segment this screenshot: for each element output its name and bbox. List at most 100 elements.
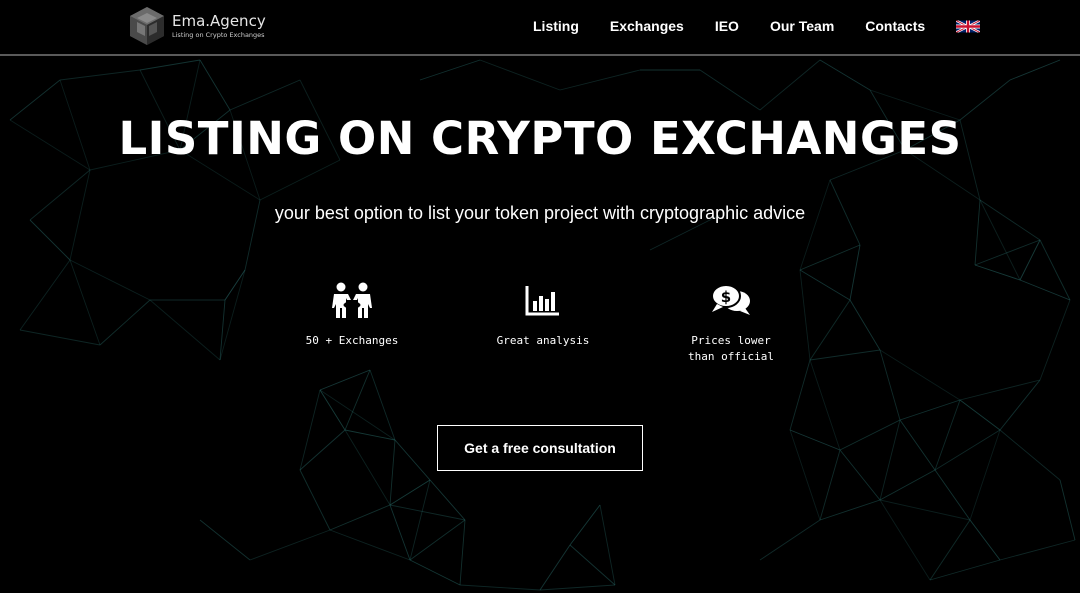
network-line bbox=[569, 504, 601, 546]
network-line bbox=[899, 399, 961, 421]
network-line bbox=[29, 219, 71, 261]
hero-subtitle: your best option to list your token proj… bbox=[274, 203, 806, 223]
network-line bbox=[849, 299, 881, 351]
network-line bbox=[759, 59, 821, 111]
feature-label: 50 + Exchanges bbox=[305, 334, 399, 347]
network-line bbox=[299, 389, 321, 471]
network-line bbox=[839, 419, 901, 451]
free-consultation-button[interactable]: Get a free consultation bbox=[437, 425, 643, 471]
feature-exchanges: 50 + Exchanges bbox=[272, 282, 432, 349]
money-chat-icon: $ bbox=[711, 284, 750, 315]
network-line bbox=[879, 499, 931, 581]
network-line bbox=[199, 59, 231, 111]
hero-title: LISTING ON CRYPTO EXCHANGES bbox=[118, 112, 962, 165]
network-line bbox=[249, 529, 331, 561]
network-line bbox=[959, 399, 1001, 431]
network-line bbox=[1019, 279, 1071, 301]
network-line bbox=[934, 429, 1001, 471]
network-line bbox=[344, 429, 391, 506]
network-line bbox=[799, 179, 831, 271]
feature-label: Prices lower than official bbox=[687, 334, 775, 363]
network-line bbox=[199, 519, 251, 561]
network-line bbox=[929, 559, 1001, 581]
network-line bbox=[879, 499, 971, 521]
network-line bbox=[1039, 299, 1071, 381]
network-line bbox=[369, 369, 396, 441]
network-line bbox=[839, 449, 881, 501]
network-line bbox=[99, 299, 151, 346]
network-line bbox=[809, 359, 841, 451]
network-line bbox=[999, 539, 1076, 561]
brand-name: Ema.Agency bbox=[172, 11, 266, 30]
network-line bbox=[879, 469, 936, 501]
network-line bbox=[389, 504, 411, 561]
network-line bbox=[419, 59, 481, 81]
network-line bbox=[259, 159, 341, 201]
network-line bbox=[1059, 479, 1076, 541]
svg-text:$: $ bbox=[721, 288, 731, 306]
cube-logo-icon bbox=[130, 7, 164, 45]
feature-label: Great analysis bbox=[496, 334, 590, 347]
bar-chart-icon bbox=[525, 286, 559, 316]
network-line bbox=[459, 584, 541, 591]
network-line bbox=[999, 429, 1061, 481]
network-line bbox=[819, 59, 871, 91]
network-line bbox=[539, 544, 571, 591]
nav-item-exchanges[interactable]: Exchanges bbox=[610, 18, 684, 34]
network-line bbox=[224, 269, 246, 301]
network-line bbox=[149, 299, 221, 361]
handshake-exchange-icon bbox=[332, 282, 372, 318]
network-line bbox=[849, 244, 861, 301]
network-line bbox=[1039, 239, 1071, 301]
network-line bbox=[809, 349, 881, 361]
network-line bbox=[974, 239, 1041, 266]
network-line bbox=[329, 504, 391, 531]
network-line bbox=[819, 499, 881, 521]
network-line bbox=[19, 259, 71, 331]
network-line bbox=[299, 469, 331, 531]
network-line bbox=[459, 519, 466, 586]
brand-tagline: Listing on Crypto Exchanges bbox=[172, 30, 265, 39]
network-line bbox=[319, 389, 346, 431]
network-line bbox=[789, 359, 811, 431]
network-line bbox=[809, 299, 851, 361]
network-line bbox=[789, 429, 821, 521]
network-line bbox=[969, 429, 1001, 521]
network-line bbox=[1019, 239, 1041, 281]
network-line bbox=[299, 429, 346, 471]
nav-item-ieo[interactable]: IEO bbox=[715, 18, 739, 34]
site-header: Ema.Agency Listing on Crypto Exchanges L… bbox=[0, 0, 1080, 56]
network-line bbox=[599, 504, 616, 586]
network-line bbox=[409, 559, 461, 586]
main-nav: Listing Exchanges IEO Our Team Contacts bbox=[533, 17, 981, 34]
network-line bbox=[759, 519, 821, 561]
feature-prices: $ Prices lower than official bbox=[651, 282, 811, 365]
nav-item-listing[interactable]: Listing bbox=[533, 18, 579, 34]
network-line bbox=[389, 479, 431, 506]
network-line bbox=[789, 429, 841, 451]
feature-analysis: Great analysis bbox=[463, 282, 623, 349]
network-line bbox=[559, 69, 641, 91]
network-line bbox=[389, 439, 396, 506]
network-line bbox=[934, 469, 971, 521]
network-line bbox=[879, 419, 901, 501]
network-line bbox=[934, 399, 961, 471]
network-line bbox=[19, 329, 101, 346]
network-line bbox=[539, 584, 616, 591]
network-line bbox=[479, 59, 561, 91]
nav-item-contacts[interactable]: Contacts bbox=[865, 18, 925, 34]
network-line bbox=[959, 379, 1041, 401]
network-line bbox=[819, 449, 841, 521]
network-line bbox=[59, 69, 141, 81]
uk-flag-icon[interactable] bbox=[956, 19, 981, 34]
network-line bbox=[699, 69, 761, 111]
network-line bbox=[329, 529, 411, 561]
network-line bbox=[899, 419, 936, 471]
network-line bbox=[799, 244, 861, 271]
logo-link[interactable]: Ema.Agency Listing on Crypto Exchanges bbox=[126, 4, 266, 48]
network-line bbox=[229, 79, 301, 111]
nav-item-our-team[interactable]: Our Team bbox=[770, 18, 834, 34]
network-line bbox=[969, 519, 1001, 561]
network-line bbox=[1009, 59, 1061, 81]
network-line bbox=[139, 59, 201, 71]
